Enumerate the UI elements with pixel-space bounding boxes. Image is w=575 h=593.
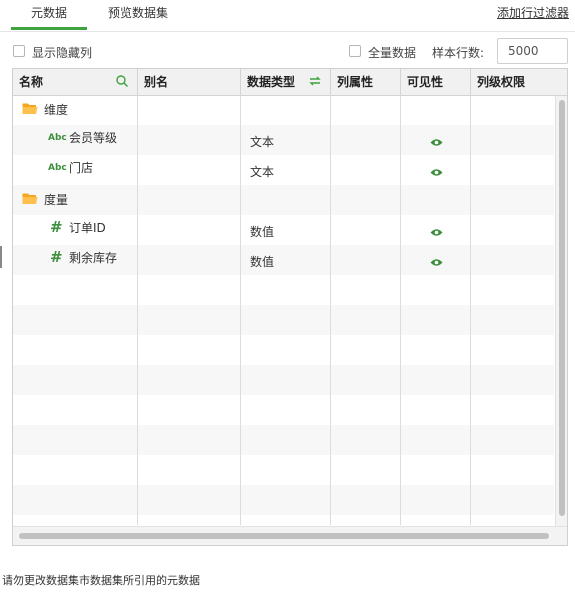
sample-rows-label: 样本行数: [432,46,485,60]
empty-row [13,455,554,485]
column-divider [470,95,471,525]
resize-handle[interactable] [0,246,2,268]
field-type: 数值 [250,225,275,239]
full-data-checkbox[interactable] [349,45,361,57]
field-name[interactable]: 订单ID [69,213,106,243]
column-divider [330,95,331,525]
field-name[interactable]: 剩余库存 [69,243,117,273]
vertical-scrollbar-thumb[interactable] [559,100,565,516]
field-type: 文本 [250,135,275,149]
horizontal-scrollbar-thumb[interactable] [19,533,549,539]
field-name[interactable]: 会员等级 [69,123,117,153]
vertical-scrollbar[interactable] [555,96,567,526]
abc-icon: Abc [48,163,67,173]
group-label-dimension[interactable]: 维度 [44,95,68,125]
empty-row [13,275,554,305]
eye-icon[interactable] [430,256,443,266]
column-header-visibility[interactable]: 可见性 [401,69,471,95]
column-divider [400,95,401,525]
refresh-icon[interactable] [308,74,322,88]
show-hidden-checkbox[interactable] [13,45,25,57]
column-divider [137,95,138,525]
search-icon[interactable] [115,74,129,88]
column-header-permission[interactable]: 列级权限 [471,69,567,95]
column-header-alias[interactable]: 别名 [138,69,241,95]
table-row[interactable] [13,185,554,215]
empty-row [13,365,554,395]
empty-row [13,515,554,526]
active-tab-indicator [11,27,87,30]
footer-note: 请勿更改数据集市数据集所引用的元数据 [2,574,200,587]
column-header-name-label: 名称 [19,75,44,89]
group-label-measure[interactable]: 度量 [44,185,68,215]
field-type: 数值 [250,255,275,269]
field-name[interactable]: 门店 [69,153,93,183]
show-hidden-label: 显示隐藏列 [32,46,93,60]
add-row-filter-link[interactable]: 添加行过滤器 [497,4,569,21]
column-header-data-type-label: 数据类型 [247,75,296,89]
folder-icon [22,192,38,204]
empty-row [13,395,554,425]
eye-icon[interactable] [430,136,443,146]
column-divider [240,95,241,525]
tab-preview-dataset[interactable]: 预览数据集 [108,4,168,34]
table-row[interactable] [13,155,554,185]
tab-bar: 元数据 预览数据集 添加行过滤器 [0,0,575,32]
folder-icon [22,102,38,114]
eye-icon[interactable] [430,166,443,176]
column-header-attribute[interactable]: 列属性 [331,69,401,95]
abc-icon: Abc [48,133,67,143]
metadata-grid: 名称 别名 数据类型 列属性 可见性 列级权限 维度 Abc 会员等级 文本 A… [12,68,568,546]
empty-row [13,485,554,515]
hash-icon: # [50,218,63,236]
empty-row [13,425,554,455]
field-type: 文本 [250,165,275,179]
empty-row [13,305,554,335]
eye-icon[interactable] [430,226,443,236]
full-data-label: 全量数据 [368,46,417,60]
sample-rows-input[interactable] [497,38,568,64]
empty-row [13,335,554,365]
grid-header: 名称 别名 数据类型 列属性 可见性 列级权限 [13,69,567,96]
table-row[interactable] [13,95,554,125]
hash-icon: # [50,248,63,266]
horizontal-scrollbar[interactable] [13,526,567,545]
